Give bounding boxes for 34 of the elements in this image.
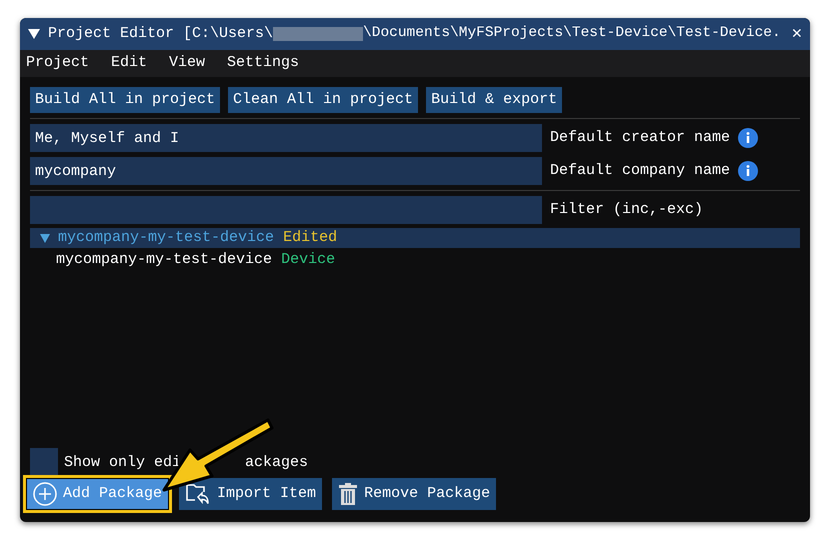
- info-icon[interactable]: [738, 161, 758, 181]
- field-label: Default creator name: [550, 128, 730, 148]
- plus-circle-icon: [33, 482, 57, 506]
- menu-item[interactable]: Project: [26, 52, 90, 75]
- field-label: Default company name: [550, 160, 730, 181]
- collapse-triangle-icon[interactable]: [28, 29, 40, 39]
- status-tag: Edited: [283, 228, 338, 246]
- action-button[interactable]: Remove Package: [332, 478, 496, 510]
- text-field[interactable]: Me, Myself and I: [30, 124, 542, 152]
- checkbox-label: Show only edi: [64, 452, 182, 472]
- toolbar-button[interactable]: Build & export: [426, 87, 562, 113]
- text-field[interactable]: [30, 196, 542, 224]
- folder-arrow-icon: [185, 482, 212, 506]
- package-name: mycompany-my-test-device: [58, 228, 274, 246]
- toolbar-button[interactable]: Build All in project: [30, 87, 220, 113]
- menu-item[interactable]: View: [169, 52, 206, 75]
- window-title: Project Editor [C:\Users\: [48, 24, 274, 44]
- item-name: mycompany-my-test-device: [56, 250, 272, 268]
- action-button[interactable]: Import Item: [179, 478, 322, 510]
- toolbar-button[interactable]: Clean All in project: [228, 87, 418, 113]
- menu-item[interactable]: Settings: [227, 52, 300, 75]
- expand-triangle-icon[interactable]: [40, 234, 50, 242]
- trash-icon: [338, 482, 358, 506]
- checkbox[interactable]: [30, 448, 58, 476]
- checkbox-label: ackages: [245, 452, 308, 472]
- close-button[interactable]: ✕: [792, 26, 802, 42]
- menu-item[interactable]: Edit: [111, 52, 148, 75]
- window-title: \Documents\MyFSProjects\Test-Device\Test-Device.: [363, 24, 781, 44]
- text-field[interactable]: mycompany: [30, 157, 542, 185]
- field-label: Filter (inc,-exc): [550, 200, 704, 220]
- info-icon[interactable]: [738, 128, 758, 148]
- tree-row[interactable]: mycompany-my-test-device Device: [30, 248, 800, 272]
- type-tag: Device: [281, 250, 336, 268]
- tree-row[interactable]: mycompany-my-test-device Edited: [30, 228, 800, 248]
